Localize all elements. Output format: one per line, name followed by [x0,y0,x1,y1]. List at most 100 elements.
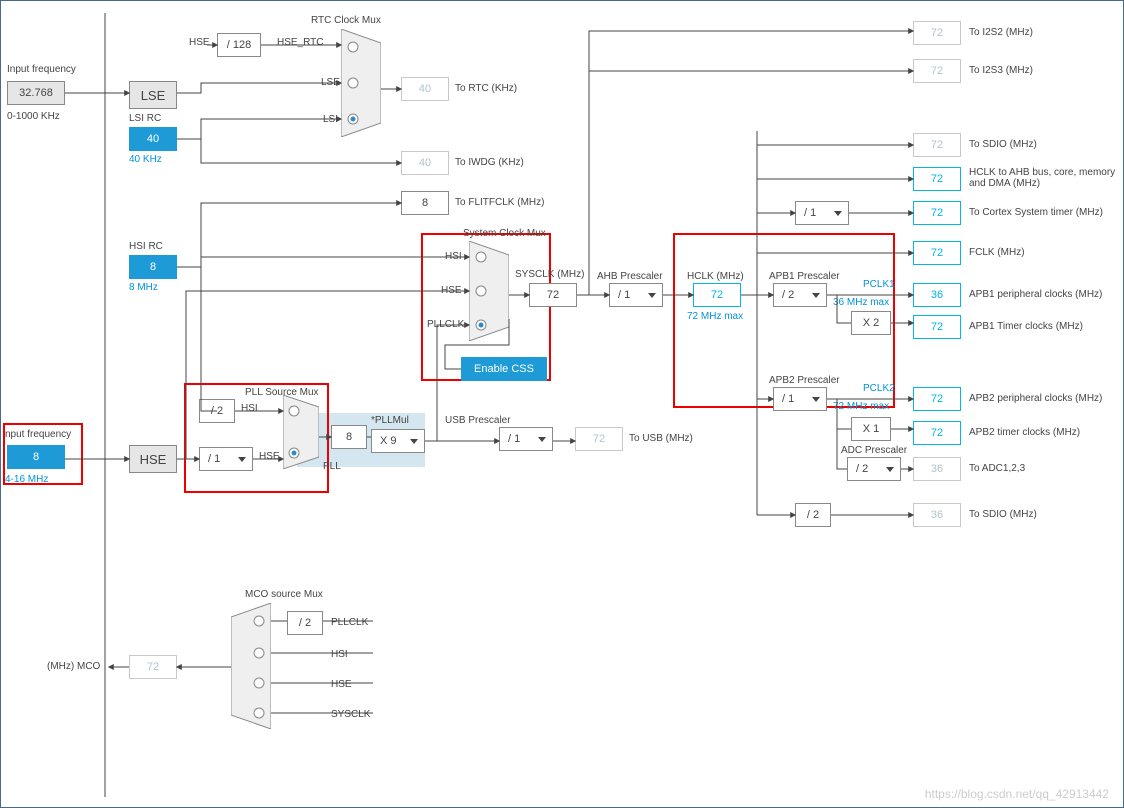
watermark: https://blog.csdn.net/qq_42913442 [925,787,1109,801]
iwdg-out-unit: To IWDG (KHz) [455,157,524,168]
out-fclk-unit: FCLK (MHz) [969,247,1025,258]
chevron-down-icon [538,437,546,442]
apb2-pclk2: PCLK2 [863,383,895,394]
sysclk-pllclk-label: PLLCLK [427,319,464,330]
out-sdio-unit: To SDIO (MHz) [969,139,1037,150]
out-apb2t-unit: APB2 timer clocks (MHz) [969,427,1080,438]
sysclk-label: SYSCLK (MHz) [515,269,584,280]
ahb-title: AHB Prescaler [597,271,663,282]
chevron-down-icon [648,293,656,298]
mco-label: (MHz) MCO [47,661,100,672]
chevron-down-icon [886,467,894,472]
hse-input-label: nput frequency [5,429,71,440]
hsi-rc-unit: 8 MHz [129,282,158,293]
out-fclk-value: 72 [913,241,961,265]
out-i2s3-value: 72 [913,59,961,83]
out-cortex-value: 72 [913,201,961,225]
out-sdio2-unit: To SDIO (MHz) [969,509,1037,520]
pllmul-label: *PLLMul [371,415,409,426]
sysclk-hsi-label: HSI [445,251,462,262]
hse-rtc-label: HSE [189,37,210,48]
sysclk-hse-label: HSE [441,285,462,296]
mco-sysclk: SYSCLK [331,709,370,720]
flitfclk-value: 8 [401,191,449,215]
pll-hsi-label: HSI [241,403,258,414]
sysclk-value[interactable]: 72 [529,283,577,307]
out-apb1t-unit: APB1 Timer clocks (MHz) [969,321,1083,332]
hse-div128: / 128 [217,33,261,57]
out-ahb-unit: HCLK to AHB bus, core, memory and DMA (M… [969,167,1119,189]
out-apb2p-value: 72 [913,387,961,411]
hclk-label: HCLK (MHz) [687,271,744,282]
apb2-div-select[interactable]: / 1 [773,387,827,411]
out-apb2t-value: 72 [913,421,961,445]
rtc-lsi-label: LSI [323,114,338,125]
chevron-down-icon [410,439,418,444]
hclk-value[interactable]: 72 [693,283,741,307]
usb-out-value: 72 [575,427,623,451]
iwdg-out-value: 40 [401,151,449,175]
hsi-rc-value[interactable]: 8 [129,255,177,279]
apb1-max: 36 MHz max [833,297,889,308]
out-adc-unit: To ADC1,2,3 [969,463,1025,474]
sdio2-div: / 2 [795,503,831,527]
apb1-div-select[interactable]: / 2 [773,283,827,307]
apb1-pclk1: PCLK1 [863,279,895,290]
hse-osc[interactable]: HSE [129,445,177,473]
rtc-mux[interactable] [341,29,381,137]
chevron-down-icon [812,397,820,402]
lse-input-label: Input frequency [7,64,76,75]
pll-label: PLL [323,461,341,472]
apb1-title: APB1 Prescaler [769,271,840,282]
usb-prescaler-title: USB Prescaler [445,415,511,426]
hse-input-value[interactable]: 8 [7,445,65,469]
out-adc-value: 36 [913,457,961,481]
usb-div-select[interactable]: / 1 [499,427,553,451]
pll-hse-label: HSE [259,451,280,462]
mco-hse: HSE [331,679,352,690]
flitfclk-unit: To FLITFCLK (MHz) [455,197,544,208]
hse-rtc-out-label: HSE_RTC [277,37,324,48]
rtc-lse-label: LSE [321,77,340,88]
out-i2s3-unit: To I2S3 (MHz) [969,65,1033,76]
adc-div-select[interactable]: / 2 [847,457,901,481]
lse-input-value[interactable]: 32.768 [7,81,65,105]
lsi-rc-value[interactable]: 40 [129,127,177,151]
rtc-out-unit: To RTC (KHz) [455,83,517,94]
out-cortex-unit: To Cortex System timer (MHz) [969,207,1103,218]
lsi-rc-label: LSI RC [129,113,161,124]
out-sdio-value: 72 [913,133,961,157]
mco-hsi: HSI [331,649,348,660]
pll-source-mux[interactable] [283,395,319,469]
out-sdio2-value: 36 [913,503,961,527]
out-i2s2-value: 72 [913,21,961,45]
mco-value: 72 [129,655,177,679]
out-apb1t-value: 72 [913,315,961,339]
hsi-rc-label: HSI RC [129,241,163,252]
mco-pllclk: PLLCLK [331,617,368,628]
sysclk-mux-title: System Clock Mux [463,228,546,239]
pll-in-value: 8 [331,425,367,449]
sysclk-mux[interactable] [469,241,509,341]
rtc-mux-title: RTC Clock Mux [311,15,381,26]
lse-osc[interactable]: LSE [129,81,177,109]
out-apb1p-value: 36 [913,283,961,307]
out-apb1p-unit: APB1 peripheral clocks (MHz) [969,289,1102,300]
out-i2s2-unit: To I2S2 (MHz) [969,27,1033,38]
apb2-max: 72 MHz max [833,401,889,412]
chevron-down-icon [834,211,842,216]
hclk-max: 72 MHz max [687,311,743,322]
pll-hse-div-select[interactable]: / 1 [199,447,253,471]
enable-css-button[interactable]: Enable CSS [461,357,547,381]
hse-input-range: 4-16 MHz [5,474,48,485]
apb1-x2: X 2 [851,311,891,335]
chevron-down-icon [812,293,820,298]
cortex-div-select[interactable]: / 1 [795,201,849,225]
mco-mux[interactable] [231,603,271,729]
out-ahb-value: 72 [913,167,961,191]
adc-title: ADC Prescaler [841,445,907,456]
ahb-div-select[interactable]: / 1 [609,283,663,307]
apb2-x1: X 1 [851,417,891,441]
pllmul-select[interactable]: X 9 [371,429,425,453]
clock-config-diagram: Input frequency 32.768 0-1000 KHz nput f… [0,0,1124,808]
